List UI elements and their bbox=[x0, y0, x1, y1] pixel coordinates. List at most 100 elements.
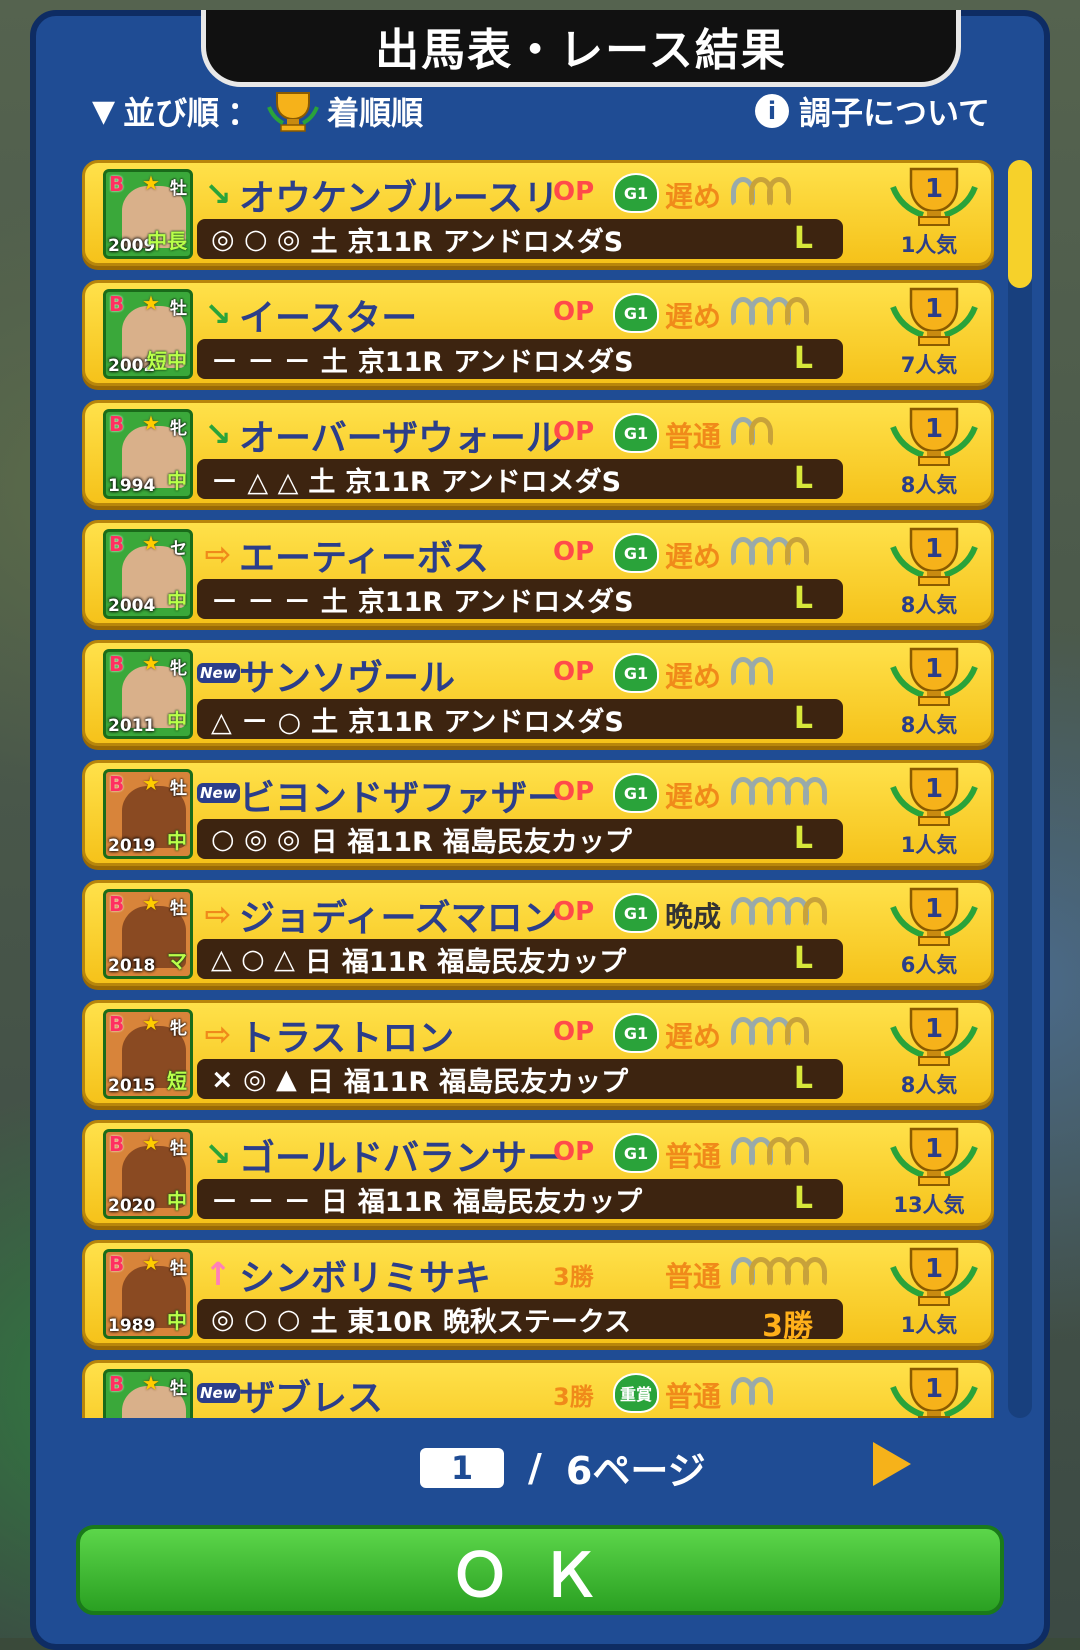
race-condition: L bbox=[793, 581, 813, 616]
class-label: OP bbox=[553, 1137, 595, 1167]
condition-horseshoes bbox=[731, 777, 827, 807]
condition-horseshoes bbox=[731, 417, 773, 447]
horse-row[interactable]: B ★ 牝 2011 中 New サンソヴール OP G1 遅め △ － ○ 土… bbox=[82, 640, 994, 746]
sort-control[interactable]: ▼ 並び順 ： 着順順 bbox=[92, 88, 423, 134]
race-name: 福島民友カップ bbox=[453, 1186, 643, 1218]
horseshoe-icon bbox=[749, 657, 773, 687]
horseshoe-gold-icon bbox=[785, 1137, 809, 1167]
race-number: 福11R bbox=[347, 826, 433, 858]
trend-arrow-icon: ↘ bbox=[204, 415, 232, 453]
race-name: 晩秋ステークス bbox=[442, 1306, 632, 1338]
horse-portrait[interactable]: B ★ 牡 bbox=[103, 1369, 193, 1418]
horse-name: トラストロン bbox=[239, 1018, 455, 1059]
sex-badge: 牝 bbox=[170, 1019, 187, 1039]
race-day: 日 bbox=[310, 826, 338, 858]
birth-year: 2011 bbox=[108, 716, 156, 736]
race-info-bar: ◎ ○ ○ 土 東10R 晩秋ステークス 3勝 bbox=[197, 1299, 843, 1344]
star-icon: ★ bbox=[142, 411, 160, 435]
rank-badge: B bbox=[109, 1012, 125, 1036]
horse-row[interactable]: B ★ 牡 2002 短中 ↘ イースター OP G1 遅め － － － 土 京… bbox=[82, 280, 994, 386]
condition-horseshoes bbox=[731, 897, 827, 927]
horse-name: イースター bbox=[239, 298, 418, 339]
grade-badge: G1 bbox=[613, 173, 659, 213]
trophy-icon: 1 bbox=[890, 407, 978, 466]
distance-aptitude: 中 bbox=[167, 709, 187, 733]
page-number-input[interactable]: 1 bbox=[420, 1447, 504, 1488]
new-badge: New bbox=[197, 783, 240, 803]
rank-badge: B bbox=[109, 172, 125, 196]
sort-dropdown-icon[interactable]: ▼ bbox=[92, 94, 115, 129]
race-condition: L bbox=[793, 341, 813, 376]
race-info-bar: × ◎ ▲ 日 福11R 福島民友カップ L bbox=[197, 1059, 843, 1099]
trend-arrow-icon: ↘ bbox=[204, 295, 232, 333]
popularity-rank: 6人気 bbox=[900, 953, 958, 977]
horse-row[interactable]: B ★ 牡 2009 中長 ↘ オウケンブルースリ OP G1 遅め ◎ ○ ◎… bbox=[82, 160, 994, 266]
condition-info-label: 調子について bbox=[798, 94, 990, 132]
scroll-thumb[interactable] bbox=[1008, 160, 1032, 288]
condition-horseshoes bbox=[731, 1137, 809, 1167]
distance-aptitude: 短 bbox=[167, 1069, 187, 1093]
horse-portrait[interactable]: B ★ 牡 2002 短中 bbox=[103, 289, 193, 379]
growth-type: 普通 bbox=[665, 1140, 722, 1173]
class-label: 3勝 bbox=[553, 1383, 594, 1411]
popularity-rank: 8人気 bbox=[900, 473, 958, 497]
new-badge: New bbox=[197, 663, 240, 683]
horse-row[interactable]: B ★ 牡 2018 マ ⇨ ジョディーズマロン OP G1 晩成 △ ○ △ … bbox=[82, 880, 994, 986]
info-icon: i bbox=[754, 94, 789, 128]
horse-portrait[interactable]: B ★ 牝 2011 中 bbox=[103, 649, 193, 739]
star-icon: ★ bbox=[142, 1251, 160, 1275]
sort-separator: ： bbox=[227, 94, 260, 132]
horse-portrait[interactable]: B ★ 牡 2009 中長 bbox=[103, 169, 193, 259]
race-info-bar: ○ ◎ ◎ 日 福11R 福島民友カップ L bbox=[197, 819, 843, 859]
horse-row[interactable]: B ★ 牝 1994 中 ↘ オーバーザウォール OP G1 普通 － △ △ … bbox=[82, 400, 994, 506]
race-day: 日 bbox=[306, 1066, 334, 1098]
popularity-rank: 1人気 bbox=[900, 833, 958, 857]
horse-portrait[interactable]: B ★ 牝 2015 短 bbox=[103, 1009, 193, 1099]
horse-row[interactable]: B ★ 牡 New ザブレス 3勝 重賞 普通 1 bbox=[82, 1360, 994, 1418]
condition-horseshoes bbox=[731, 297, 809, 327]
condition-horseshoes bbox=[731, 657, 773, 687]
birth-year: 2015 bbox=[108, 1076, 156, 1096]
race-number: 京11R bbox=[345, 466, 431, 498]
ok-button[interactable]: ＯＫ bbox=[76, 1525, 1004, 1615]
race-name: アンドロメダS bbox=[443, 706, 624, 738]
finish-place: 1 bbox=[925, 174, 943, 204]
horse-portrait[interactable]: B ★ 牡 2020 中 bbox=[103, 1129, 193, 1219]
growth-type: 晩成 bbox=[665, 900, 722, 933]
popularity-rank: 8人気 bbox=[900, 1073, 958, 1097]
grade-badge: G1 bbox=[613, 413, 659, 453]
race-day: 日 bbox=[320, 1186, 348, 1218]
horse-portrait[interactable]: B ★ セ 2004 中 bbox=[103, 529, 193, 619]
star-icon: ★ bbox=[142, 531, 160, 555]
class-label: OP bbox=[553, 777, 595, 807]
next-page-icon[interactable] bbox=[873, 1442, 911, 1486]
class-label: OP bbox=[553, 897, 595, 927]
horse-portrait[interactable]: B ★ 牡 2019 中 bbox=[103, 769, 193, 859]
horse-portrait[interactable]: B ★ 牝 1994 中 bbox=[103, 409, 193, 499]
trend-arrow-icon: ↘ bbox=[204, 1135, 232, 1173]
horse-portrait[interactable]: B ★ 牡 2018 マ bbox=[103, 889, 193, 979]
condition-horseshoes bbox=[731, 1377, 773, 1407]
list-scrollbar[interactable] bbox=[1008, 160, 1032, 1418]
growth-type: 普通 bbox=[665, 1380, 722, 1413]
horse-row[interactable]: B ★ 牝 2015 短 ⇨ トラストロン OP G1 遅め × ◎ ▲ 日 福… bbox=[82, 1000, 994, 1106]
horse-portrait[interactable]: B ★ 牡 1989 中 bbox=[103, 1249, 193, 1339]
race-name: アンドロメダS bbox=[440, 466, 622, 498]
condition-info-link[interactable]: i 調子について bbox=[754, 88, 990, 134]
birth-year: 2004 bbox=[108, 596, 156, 616]
birth-year: 2020 bbox=[108, 1196, 156, 1216]
horse-list[interactable]: B ★ 牡 2009 中長 ↘ オウケンブルースリ OP G1 遅め ◎ ○ ◎… bbox=[82, 160, 1000, 1418]
horse-row[interactable]: B ★ セ 2004 中 ⇨ エーティーボス OP G1 遅め － － － 土 … bbox=[82, 520, 994, 626]
rank-badge: B bbox=[109, 1252, 125, 1276]
horseshoe-gold-icon bbox=[749, 417, 773, 447]
pagination: 1 / 6ページ bbox=[420, 1440, 706, 1495]
horse-row[interactable]: B ★ 牡 1989 中 ↑ シンボリミサキ 3勝 普通 ◎ ○ ○ 土 東10… bbox=[82, 1240, 994, 1346]
race-day: 土 bbox=[320, 586, 348, 618]
race-condition: L bbox=[793, 221, 813, 256]
popularity-rank: 8人気 bbox=[900, 713, 958, 737]
finish-place: 1 bbox=[925, 654, 943, 684]
horse-row[interactable]: B ★ 牡 2020 中 ↘ ゴールドバランサー OP G1 普通 － － － … bbox=[82, 1120, 994, 1226]
sort-label: 並び順 bbox=[123, 94, 220, 132]
popularity-rank: 13人気 bbox=[893, 1193, 965, 1217]
horse-row[interactable]: B ★ 牡 2019 中 New ビヨンドザファザー OP G1 遅め ○ ◎ … bbox=[82, 760, 994, 866]
